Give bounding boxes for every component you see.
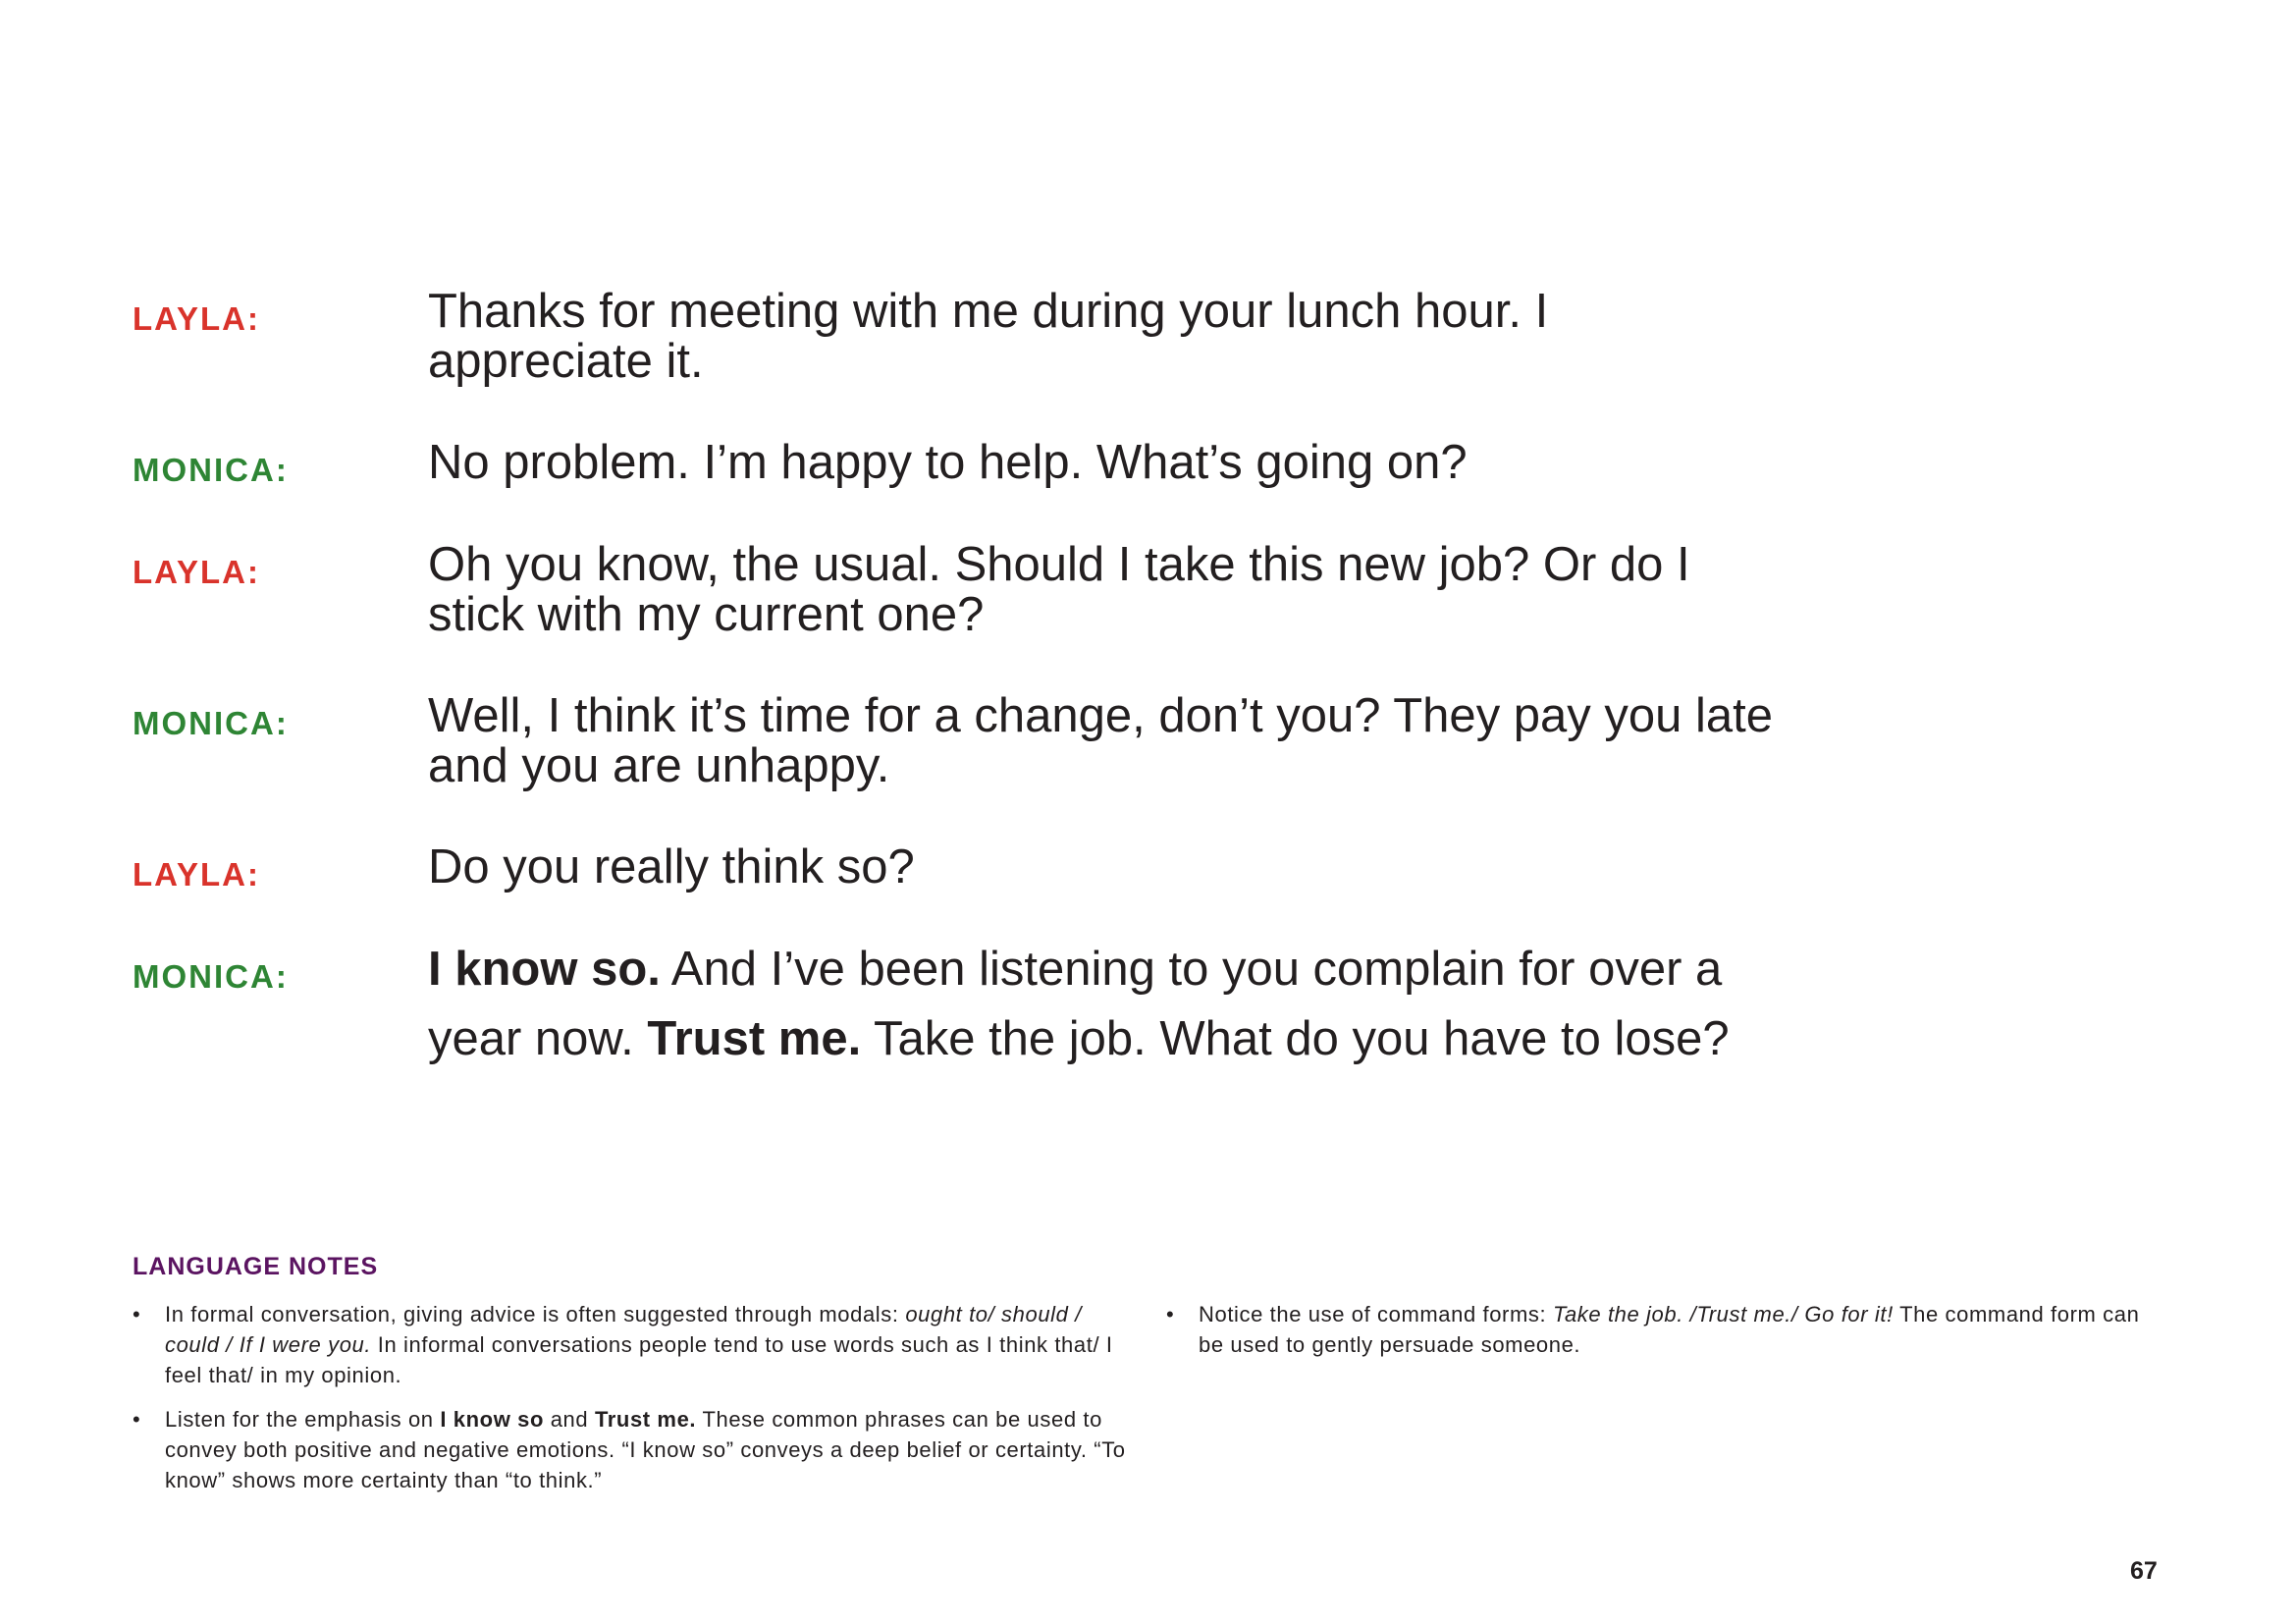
language-notes: LANGUAGE NOTES • In formal conversation,… (133, 1253, 2164, 1509)
note-item: • Listen for the emphasis on I know so a… (133, 1404, 1129, 1495)
notes-column-left: • In formal conversation, giving advice … (133, 1299, 1129, 1509)
speech-text: Oh you know, the usual. Should I take th… (428, 538, 1690, 641)
bullet-icon: • (133, 1407, 141, 1432)
notes-column-right: • Notice the use of command forms: Take … (1166, 1299, 2163, 1509)
dialogue: LAYLA: Thanks for meeting with me during… (133, 287, 1801, 1125)
speaker-label: MONICA: (133, 958, 289, 995)
emphasis-phrase: I know so. (428, 943, 661, 996)
dialogue-line: MONICA: I know so. And I’ve been listeni… (133, 943, 1801, 1074)
emphasis-phrase: Trust me. (647, 1012, 862, 1065)
speech-text: No problem. I’m happy to help. What’s go… (428, 436, 1468, 489)
bullet-icon: • (1166, 1302, 1175, 1326)
speech-text: I know so. And I’ve been listening to yo… (428, 943, 1730, 1065)
speaker-label: MONICA: (133, 705, 289, 741)
speaker-label: LAYLA: (133, 300, 260, 337)
speaker-label: LAYLA: (133, 856, 260, 893)
speech-text: Do you really think so? (428, 840, 915, 893)
speech-text: Thanks for meeting with me during your l… (428, 285, 1549, 388)
bullet-icon: • (133, 1302, 141, 1326)
dialogue-line: LAYLA: Thanks for meeting with me during… (133, 287, 1801, 387)
note-item: • In formal conversation, giving advice … (133, 1299, 1129, 1390)
page-number: 67 (2130, 1557, 2158, 1585)
dialogue-line: MONICA: No problem. I’m happy to help. W… (133, 438, 1801, 489)
speech-text: Well, I think it’s time for a change, do… (428, 689, 1774, 792)
dialogue-line: MONICA: Well, I think it’s time for a ch… (133, 691, 1801, 791)
language-notes-title: LANGUAGE NOTES (133, 1253, 379, 1280)
language-notes-columns: • In formal conversation, giving advice … (133, 1299, 2164, 1509)
dialogue-line: LAYLA: Oh you know, the usual. Should I … (133, 540, 1801, 640)
dialogue-line: LAYLA: Do you really think so? (133, 842, 1801, 893)
speaker-label: MONICA: (133, 452, 289, 488)
speaker-label: LAYLA: (133, 554, 260, 590)
note-item: • Notice the use of command forms: Take … (1166, 1299, 2163, 1360)
